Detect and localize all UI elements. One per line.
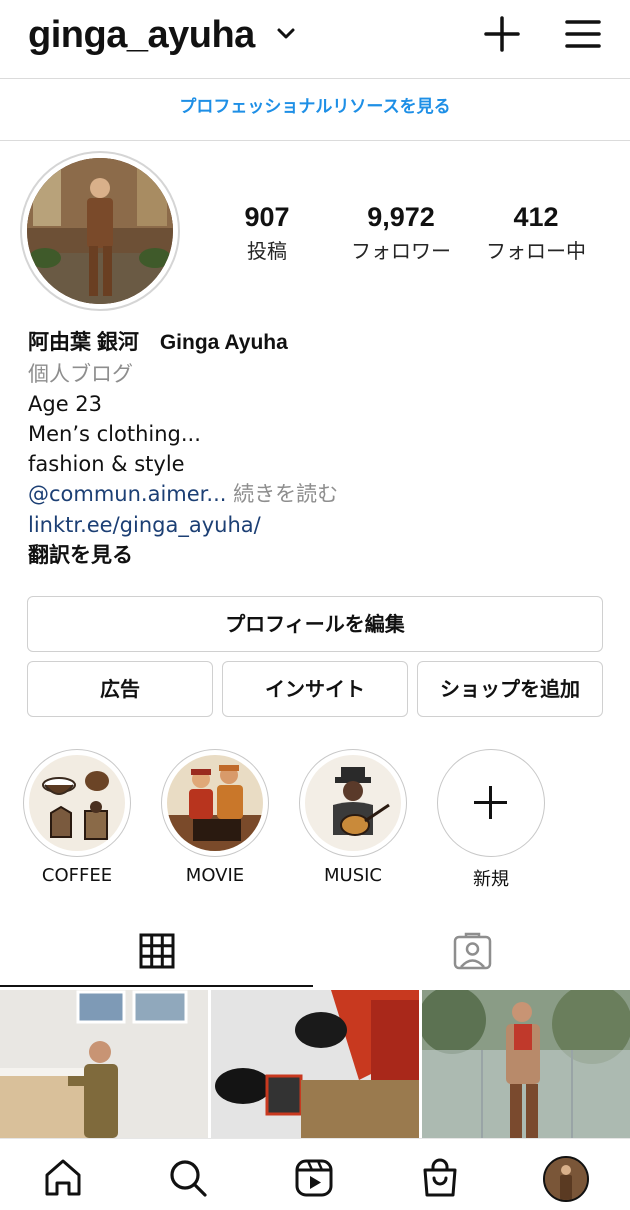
- highlight-label: MOVIE: [185, 865, 245, 886]
- avatar[interactable]: [27, 158, 173, 304]
- post-thumbnail[interactable]: [0, 990, 208, 1138]
- home-icon[interactable]: [42, 1157, 84, 1199]
- post-thumbnail[interactable]: [211, 990, 419, 1138]
- posts-number: 907: [244, 202, 290, 232]
- bio-line: Age 23: [28, 392, 103, 416]
- insights-button[interactable]: インサイト: [222, 661, 408, 717]
- mention-link[interactable]: @commun.aimer...: [28, 482, 226, 506]
- following-number: 412: [513, 202, 559, 232]
- highlight-coffee[interactable]: COFFEE: [23, 749, 131, 886]
- reels-icon[interactable]: [293, 1157, 335, 1199]
- plus-icon: [474, 786, 507, 819]
- read-more-link[interactable]: 続きを読む: [226, 482, 338, 506]
- following-label: フォロー中: [486, 239, 586, 263]
- highlight-label: MUSIC: [323, 865, 382, 886]
- add-shop-button[interactable]: ショップを追加: [417, 661, 603, 717]
- music-illustration: [305, 755, 401, 851]
- profile-category: 個人ブログ: [28, 362, 133, 386]
- profile-name: 阿由葉 銀河 Ginga Ayuha: [28, 331, 288, 354]
- highlight-label: 新規: [473, 869, 509, 890]
- bio-mention-line: @commun.aimer... 続きを読む: [28, 479, 338, 509]
- divider: [0, 78, 630, 79]
- account-username[interactable]: ginga_ayuha: [28, 14, 255, 57]
- highlight-ring: [299, 749, 407, 857]
- chevron-down-icon[interactable]: [275, 24, 297, 44]
- avatar-photo: [27, 158, 173, 304]
- highlight-music[interactable]: MUSIC: [299, 749, 407, 886]
- followers-count[interactable]: 9,972 フォロワー: [340, 202, 462, 264]
- edit-profile-button[interactable]: プロフィールを編集: [27, 596, 603, 652]
- highlight-ring: [161, 749, 269, 857]
- divider: [0, 140, 630, 141]
- bio-external-link[interactable]: linktr.ee/ginga_ayuha/: [28, 510, 261, 540]
- followers-number: 9,972: [367, 202, 435, 232]
- search-icon[interactable]: [167, 1157, 209, 1199]
- following-count[interactable]: 412 フォロー中: [478, 202, 594, 264]
- top-header: ginga_ayuha: [0, 0, 630, 78]
- movie-illustration: [167, 755, 263, 851]
- profile-avatar[interactable]: [543, 1156, 589, 1202]
- active-tab-indicator: [0, 985, 313, 987]
- tagged-person-icon: [453, 932, 492, 970]
- ads-button[interactable]: 広告: [27, 661, 213, 717]
- followers-label: フォロワー: [351, 239, 451, 263]
- plus-icon[interactable]: [482, 14, 522, 54]
- post-thumbnail[interactable]: [422, 990, 630, 1138]
- posts-count: 907 投稿: [222, 202, 312, 264]
- tab-tagged[interactable]: [315, 918, 630, 988]
- hamburger-menu-icon[interactable]: [563, 14, 603, 54]
- highlight-ring: [23, 749, 131, 857]
- coffee-illustration: [29, 755, 125, 851]
- see-translation-link[interactable]: 翻訳を見る: [28, 540, 133, 570]
- bottom-navigation: [0, 1138, 630, 1210]
- grid-icon: [139, 933, 175, 969]
- tab-grid[interactable]: [0, 918, 315, 988]
- posts-label: 投稿: [247, 239, 287, 263]
- highlight-movie[interactable]: MOVIE: [161, 749, 269, 886]
- highlight-ring: [437, 749, 545, 857]
- professional-resources-link[interactable]: プロフェッショナルリソースを見る: [0, 92, 630, 117]
- bio-line: fashion & style: [28, 452, 185, 476]
- bio-line: Men’s clothing...: [28, 422, 201, 446]
- shop-bag-icon[interactable]: [419, 1157, 461, 1199]
- highlight-new[interactable]: 新規: [437, 749, 545, 891]
- highlight-label: COFFEE: [41, 865, 113, 886]
